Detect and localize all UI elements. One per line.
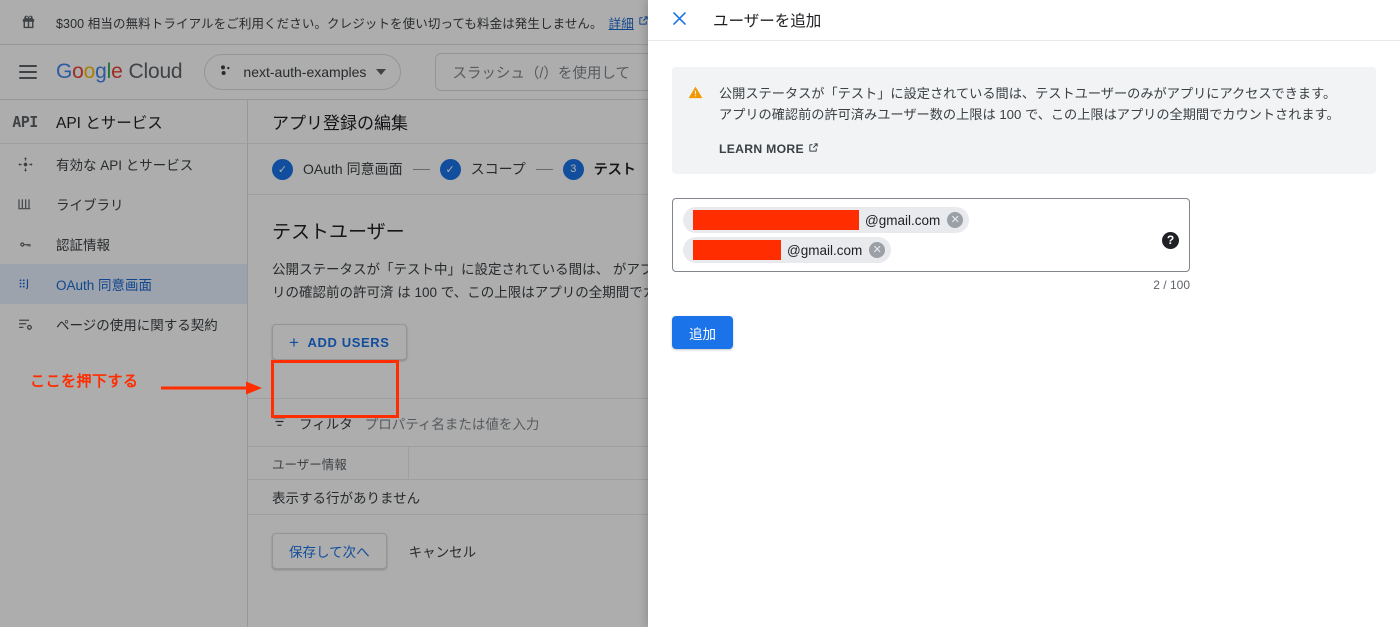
chip-list: @gmail.com ✕ @gmail.com ✕ [683, 207, 1154, 263]
add-users-dialog: ユーザーを追加 公開ステータスが「テスト」に設定されている間は、テストユーザーの… [648, 0, 1400, 627]
warning-text: 公開ステータスが「テスト」に設定されている間は、テストユーザーのみがアプリにアク… [719, 83, 1340, 160]
add-button[interactable]: 追加 [672, 316, 733, 349]
chip-counter: 2 / 100 [1153, 278, 1190, 292]
learn-more-link[interactable]: LEARN MORE [719, 139, 819, 160]
redacted-email-bar [693, 210, 859, 230]
redacted-email-bar [693, 240, 781, 260]
warning-line-1: 公開ステータスが「テスト」に設定されている間は、テストユーザーのみがアプリにアク… [719, 86, 1337, 101]
email-domain: @gmail.com [787, 242, 863, 258]
warning-line-2: アプリの確認前の許可済みユーザー数の上限は 100 で、この上限はアプリの全期間… [719, 107, 1340, 122]
emails-chip-input[interactable]: @gmail.com ✕ @gmail.com ✕ ? [672, 198, 1190, 272]
email-domain: @gmail.com [865, 212, 941, 228]
dialog-header: ユーザーを追加 [648, 0, 1400, 41]
external-link-icon [808, 139, 819, 160]
dialog-body: 公開ステータスが「テスト」に設定されている間は、テストユーザーのみがアプリにアク… [648, 41, 1400, 349]
learn-more-label: LEARN MORE [719, 142, 804, 156]
close-icon[interactable] [670, 9, 689, 32]
help-icon[interactable]: ? [1162, 231, 1179, 249]
chip-remove-icon[interactable]: ✕ [947, 212, 964, 228]
email-chip[interactable]: @gmail.com ✕ [683, 237, 892, 263]
warning-banner: 公開ステータスが「テスト」に設定されている間は、テストユーザーのみがアプリにアク… [672, 67, 1376, 174]
email-chip[interactable]: @gmail.com ✕ [683, 207, 970, 233]
warning-triangle-icon [688, 85, 703, 105]
chip-remove-icon[interactable]: ✕ [869, 242, 886, 258]
dialog-title: ユーザーを追加 [713, 13, 822, 30]
